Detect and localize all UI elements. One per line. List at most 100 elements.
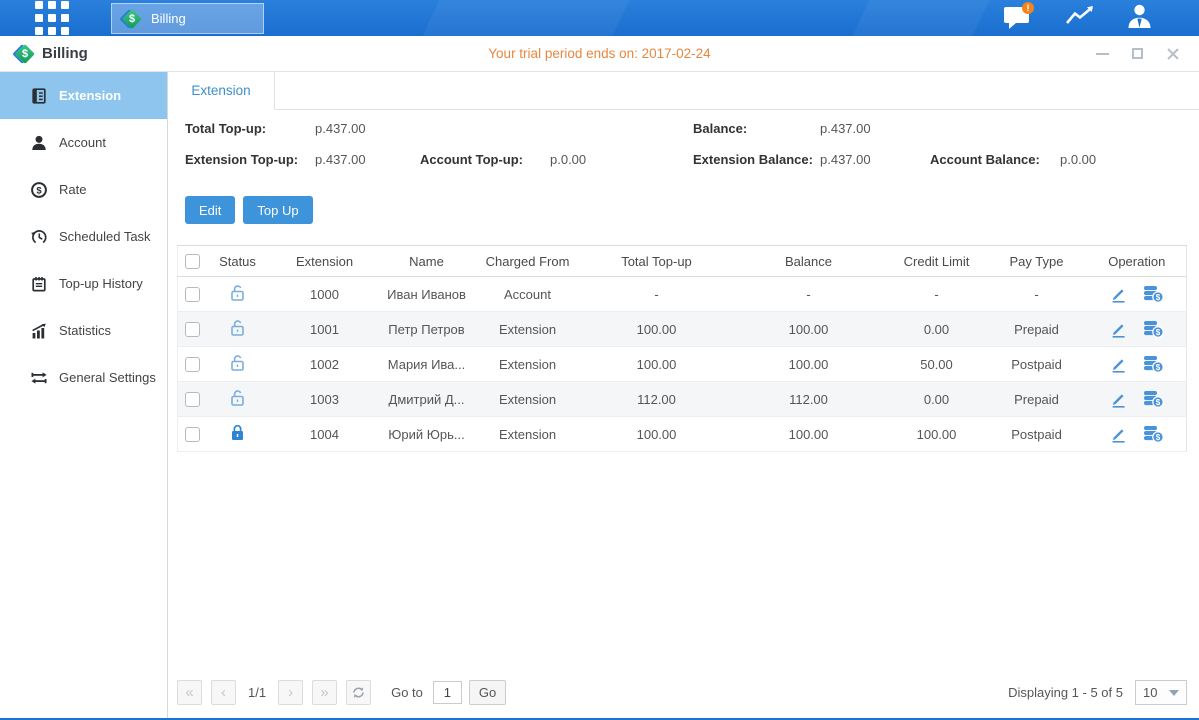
user-account-icon[interactable] [1126,3,1153,34]
edit-pencil-icon[interactable] [1110,356,1127,373]
edit-pencil-icon[interactable] [1110,286,1127,303]
cell-name: Мария Ива... [382,347,472,382]
top-app-bar: $ Billing ! [0,0,1199,36]
lock-status-icon[interactable] [230,354,245,371]
col-credit-limit: Credit Limit [888,246,986,277]
sidebar: Extension Account $ Rate Scheduled Task [0,72,168,718]
clock-icon [30,228,48,246]
reports-chart-icon[interactable] [1065,3,1096,33]
cell-pay-type: Postpaid [986,417,1088,452]
goto-label: Go to [391,685,423,700]
messages-icon[interactable]: ! [1003,2,1035,34]
refresh-button[interactable] [346,680,371,705]
cell-credit-limit: 0.00 [888,382,986,417]
top-up-coins-icon[interactable]: $ [1143,320,1164,338]
top-up-coins-icon[interactable]: $ [1143,390,1164,408]
sidebar-item-statistics[interactable]: Statistics [0,307,167,354]
cell-name: Петр Петров [382,312,472,347]
close-icon[interactable] [1166,47,1179,60]
extension-topup-label: Extension Top-up: [185,152,315,167]
table-row: 1000 Иван Иванов Account - - - - [178,277,1187,312]
cell-extension: 1002 [268,347,382,382]
lock-status-icon[interactable] [230,389,245,406]
minimize-icon[interactable] [1096,53,1109,55]
billing-summary: Total Top-up: p.437.00 Balance: p.437.00… [185,113,1187,175]
cell-extension: 1003 [268,382,382,417]
sidebar-item-label: Statistics [59,323,111,338]
sidebar-item-topup-history[interactable]: Top-up History [0,260,167,307]
sidebar-item-rate[interactable]: $ Rate [0,166,167,213]
sidebar-item-general-settings[interactable]: General Settings [0,354,167,401]
app-grid-icon[interactable] [35,1,69,35]
row-checkbox[interactable] [185,427,200,442]
dollar-circle-icon: $ [30,181,48,199]
top-up-coins-icon[interactable]: $ [1143,425,1164,443]
go-button[interactable]: Go [469,680,506,705]
top-up-button[interactable]: Top Up [243,196,312,224]
sidebar-item-scheduled-task[interactable]: Scheduled Task [0,213,167,260]
bar-chart-icon [30,322,48,340]
cell-balance: - [730,277,888,312]
cell-balance: 112.00 [730,382,888,417]
prev-page-button[interactable]: ‹ [211,680,236,705]
cell-balance: 100.00 [730,312,888,347]
tab-extension[interactable]: Extension [168,72,275,110]
lock-status-icon[interactable] [230,319,245,336]
app-tab-label: Billing [151,11,186,26]
lock-status-icon[interactable] [230,424,245,441]
sidebar-item-label: Extension [59,88,121,103]
sidebar-item-label: Scheduled Task [59,229,151,244]
edit-button[interactable]: Edit [185,196,235,224]
chevron-down-icon [1169,690,1179,696]
cell-credit-limit: 100.00 [888,417,986,452]
row-checkbox[interactable] [185,392,200,407]
last-page-button[interactable]: » [312,680,337,705]
edit-pencil-icon[interactable] [1110,391,1127,408]
top-up-coins-icon[interactable]: $ [1143,355,1164,373]
svg-text:$: $ [1156,398,1161,407]
first-page-button[interactable]: « [177,680,202,705]
app-tab-billing[interactable]: $ Billing [111,3,264,34]
svg-text:$: $ [1156,363,1161,372]
main-content: Extension Total Top-up: p.437.00 Balance… [168,72,1199,718]
select-all-checkbox[interactable] [185,254,200,269]
extension-balance-value: p.437.00 [820,152,930,167]
cell-total-topup: 100.00 [584,347,730,382]
cell-total-topup: 112.00 [584,382,730,417]
sidebar-item-account[interactable]: Account [0,119,167,166]
row-checkbox[interactable] [185,357,200,372]
cell-extension: 1004 [268,417,382,452]
extensions-table: Status Extension Name Charged From Total… [177,245,1187,452]
page-size-select[interactable]: 10 [1135,680,1187,705]
account-balance-value: p.0.00 [1060,152,1187,167]
row-checkbox[interactable] [185,322,200,337]
svg-text:$: $ [1156,328,1161,337]
col-status: Status [208,246,268,277]
maximize-icon[interactable] [1132,48,1143,59]
cell-charged-from: Account [472,277,584,312]
sidebar-item-label: Top-up History [59,276,143,291]
cell-extension: 1001 [268,312,382,347]
sidebar-item-label: General Settings [59,370,156,385]
cell-total-topup: 100.00 [584,312,730,347]
goto-page-input[interactable] [433,681,462,704]
top-up-coins-icon[interactable]: $ [1143,285,1164,303]
cell-name: Иван Иванов [382,277,472,312]
cell-name: Юрий Юрь... [382,417,472,452]
account-balance-label: Account Balance: [930,152,1060,167]
row-checkbox[interactable] [185,287,200,302]
sidebar-item-extension[interactable]: Extension [0,72,167,119]
col-operation: Operation [1088,246,1187,277]
lock-status-icon[interactable] [230,284,245,301]
page-indicator: 1/1 [248,685,266,700]
col-pay-type: Pay Type [986,246,1088,277]
edit-pencil-icon[interactable] [1110,321,1127,338]
table-row: 1002 Мария Ива... Extension 100.00 100.0… [178,347,1187,382]
cell-pay-type: Postpaid [986,347,1088,382]
edit-pencil-icon[interactable] [1110,426,1127,443]
balance-value: p.437.00 [820,121,930,136]
displaying-text: Displaying 1 - 5 of 5 [1008,685,1123,700]
cell-balance: 100.00 [730,347,888,382]
notepad-icon [30,275,48,293]
next-page-button[interactable]: › [278,680,303,705]
